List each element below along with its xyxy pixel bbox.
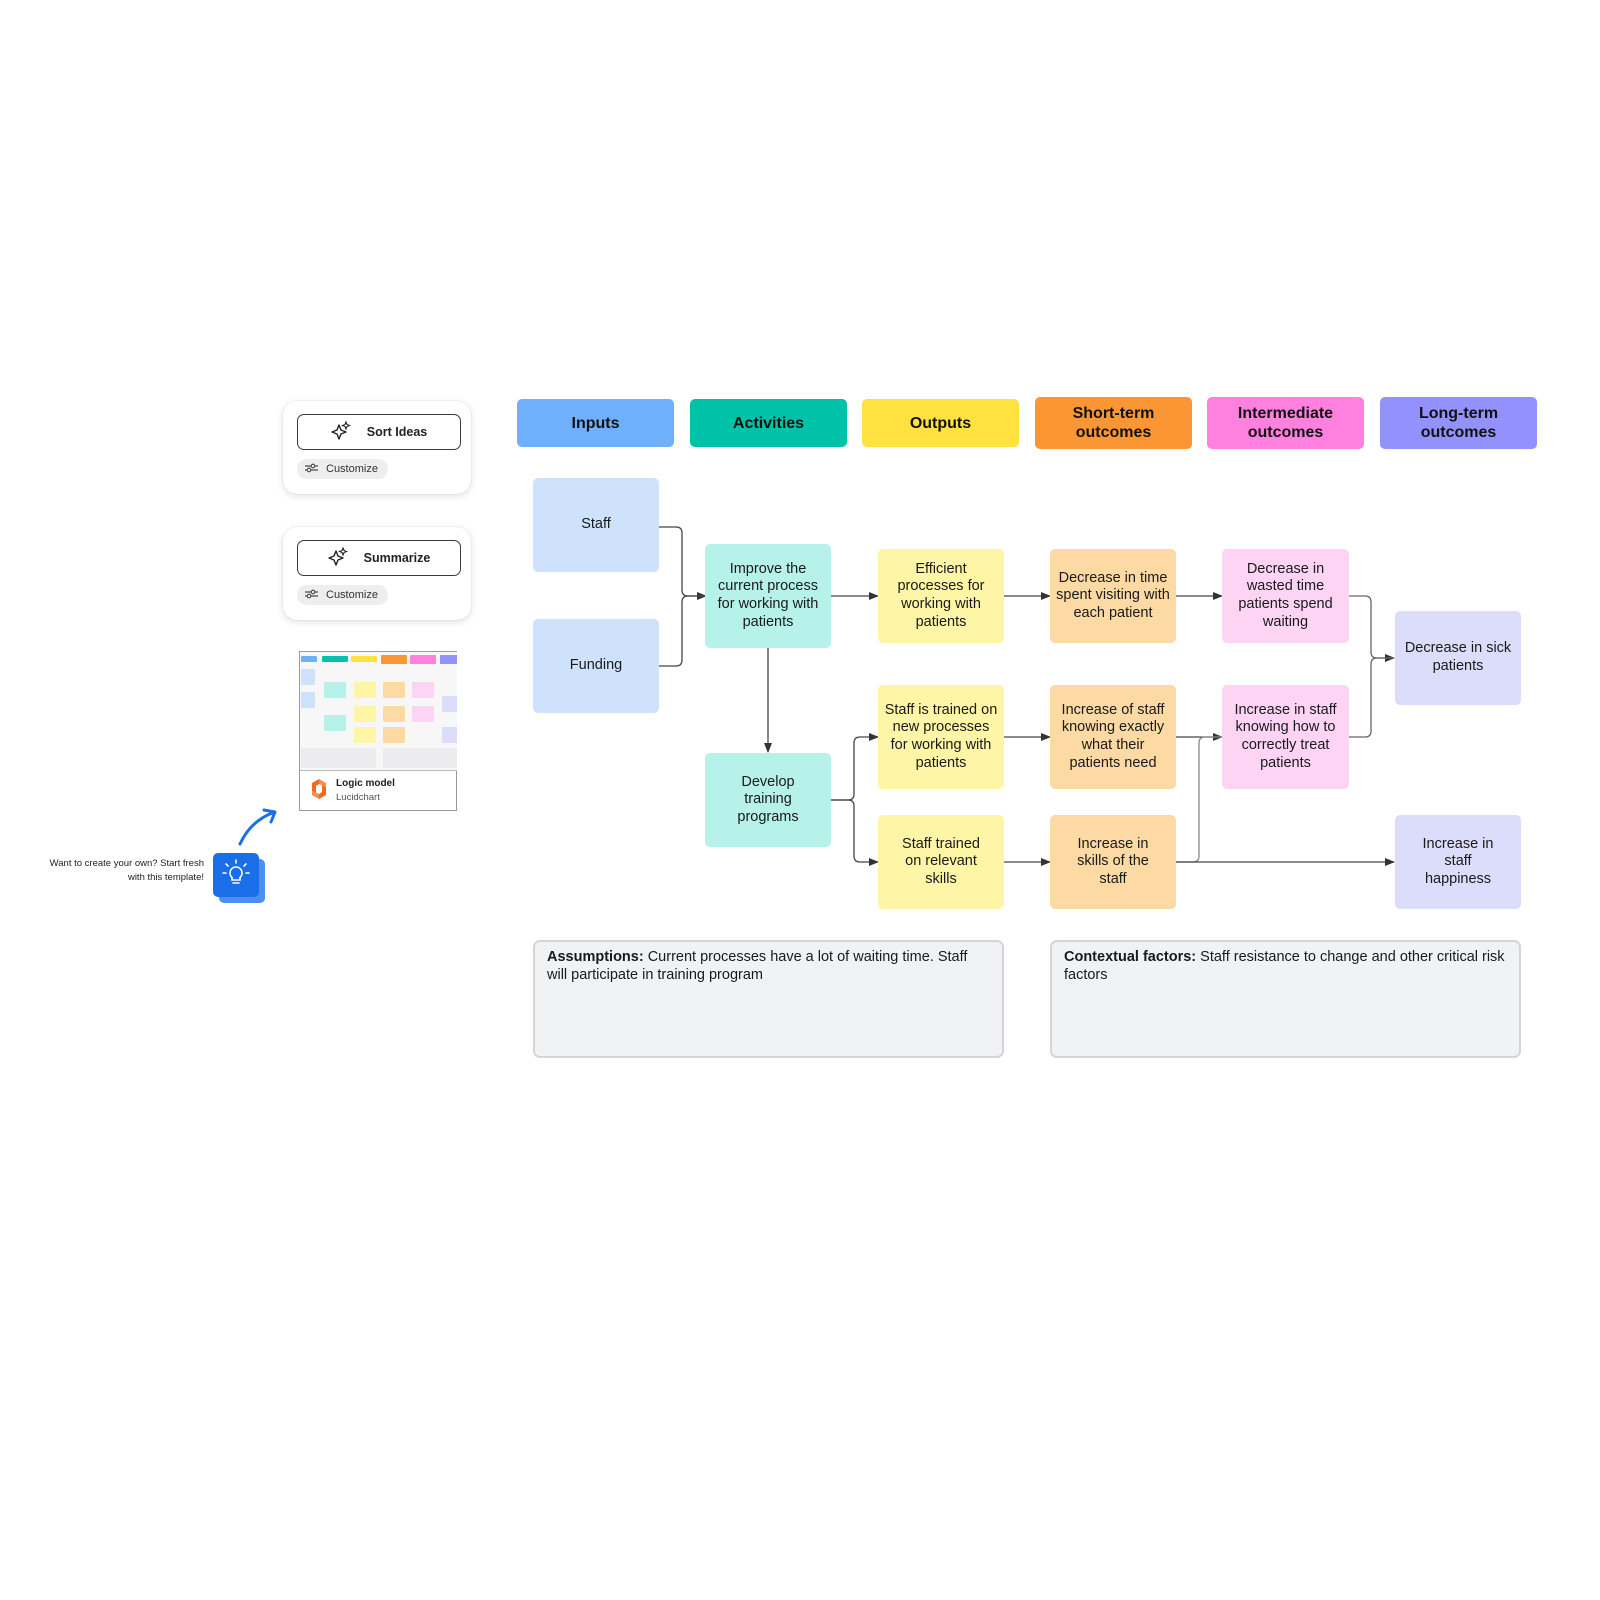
sort-ideas-button[interactable]: Sort Ideas — [297, 414, 461, 450]
contextual-factors-note[interactable]: Contextual factors: Staff resistance to … — [1050, 940, 1521, 1058]
assumptions-label: Assumptions: — [547, 949, 644, 965]
node-decrease-time-visiting[interactable]: Decrease in time spent visiting with eac… — [1050, 549, 1176, 643]
node-staff-trained-skills[interactable]: Staff trained on relevant skills — [878, 815, 1004, 909]
template-subtitle: Lucidchart — [336, 792, 380, 803]
contextual-label: Contextual factors: — [1064, 949, 1197, 965]
customize-button[interactable]: Customize — [297, 459, 388, 479]
summarize-label: Summarize — [363, 551, 431, 565]
lucidchart-logo-icon — [308, 777, 330, 801]
node-increase-happiness[interactable]: Increase in staff happiness — [1395, 815, 1521, 909]
sliders-icon — [305, 589, 318, 602]
node-efficient-processes[interactable]: Efficient processes for working with pat… — [878, 549, 1004, 643]
node-increase-skills[interactable]: Increase in skills of the staff — [1050, 815, 1176, 909]
node-increase-knowing-treat[interactable]: Increase in staff knowing how to correct… — [1222, 685, 1349, 789]
connector-treat-sick — [1349, 657, 1394, 738]
node-develop-training[interactable]: Develop training programs — [705, 753, 831, 847]
node-decrease-sick[interactable]: Decrease in sick patients — [1395, 611, 1521, 705]
template-title: Logic model — [336, 778, 395, 789]
header-intermediate[interactable]: Intermediate outcomes — [1207, 397, 1364, 449]
sparkle-icon — [331, 420, 351, 444]
summarize-panel: Summarize Customize — [283, 527, 471, 620]
node-staff-trained-new[interactable]: Staff is trained on new processes for wo… — [878, 685, 1004, 789]
node-staff[interactable]: Staff — [533, 478, 659, 572]
header-inputs[interactable]: Inputs — [517, 399, 674, 447]
header-outputs[interactable]: Outputs — [862, 399, 1019, 447]
header-short-term[interactable]: Short-term outcomes — [1035, 397, 1192, 449]
customize-label: Customize — [326, 589, 378, 601]
node-decrease-wasted-time[interactable]: Decrease in wasted time patients spend w… — [1222, 549, 1349, 643]
customize-button[interactable]: Customize — [297, 585, 388, 605]
curved-arrow-icon — [238, 808, 277, 846]
hint-text: Want to create your own? Start fresh wit… — [49, 858, 204, 883]
assumptions-note[interactable]: Assumptions: Current processes have a lo… — [533, 940, 1004, 1058]
sliders-icon — [305, 463, 318, 476]
connector-staff-improve — [659, 526, 707, 600]
node-increase-knowing-needs[interactable]: Increase of staff knowing exactly what t… — [1050, 685, 1176, 789]
node-improve-process[interactable]: Improve the current process for working … — [705, 544, 831, 648]
lightbulb-icon — [221, 858, 251, 893]
sort-ideas-label: Sort Ideas — [366, 425, 428, 439]
connector-funding-improve — [659, 595, 706, 667]
sparkle-icon — [327, 546, 348, 570]
summarize-button[interactable]: Summarize — [297, 540, 461, 576]
lightbulb-button[interactable] — [213, 853, 259, 897]
node-funding[interactable]: Funding — [533, 619, 659, 713]
header-activities[interactable]: Activities — [690, 399, 847, 447]
template-preview — [300, 652, 457, 771]
template-card[interactable]: Logic model Lucidchart — [299, 651, 457, 811]
connector-develop-trainedskills — [831, 799, 879, 866]
header-long-term[interactable]: Long-term outcomes — [1380, 397, 1537, 449]
customize-label: Customize — [326, 463, 378, 475]
connector-skills-treat — [1176, 736, 1222, 863]
connector-wasted-sick — [1349, 595, 1395, 662]
sort-ideas-panel: Sort Ideas Customize — [283, 401, 471, 494]
connector-develop-trainednew — [831, 733, 879, 801]
